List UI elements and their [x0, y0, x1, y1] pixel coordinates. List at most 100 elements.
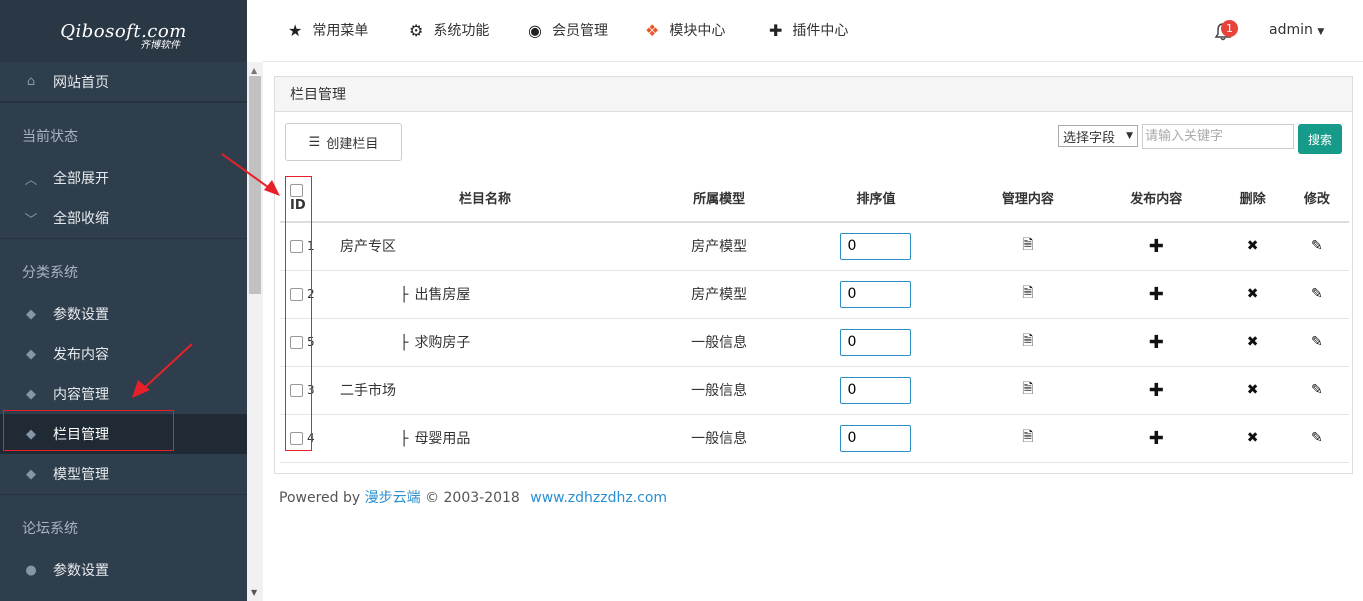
nav-plugins[interactable]: ✚ 插件中心	[769, 20, 848, 40]
cell-manage: 🗎	[963, 270, 1093, 319]
document-icon[interactable]: 🗎	[1022, 333, 1033, 349]
top-navbar: ★ 常用菜单 ⚙ 系统功能 ◉ 会员管理 ❖ 模块中心 ✚ 插件中心 1 adm…	[263, 0, 1363, 62]
row-checkbox[interactable]	[290, 239, 303, 253]
close-icon[interactable]: ✖	[1247, 334, 1259, 350]
pencil-icon[interactable]: ✎	[1311, 238, 1323, 254]
sidebar-item-forum-params[interactable]: ● 参数设置	[0, 550, 247, 590]
close-icon[interactable]: ✖	[1247, 382, 1259, 398]
row-checkbox[interactable]	[290, 431, 303, 445]
gear-icon: ⚙	[409, 20, 424, 40]
cell-edit: ✎	[1284, 270, 1349, 319]
row-checkbox[interactable]	[290, 383, 303, 397]
table-row: 2├出售房屋房产模型 🗎 ✚ ✖ ✎	[280, 270, 1349, 319]
pencil-icon[interactable]: ✎	[1311, 382, 1323, 398]
sidebar-item-column-manage[interactable]: ◆ 栏目管理	[0, 414, 247, 454]
notification-badge: 1	[1221, 20, 1238, 37]
plus-icon[interactable]: ✚	[1149, 332, 1164, 353]
cell-delete: ✖	[1220, 414, 1285, 463]
row-checkbox[interactable]	[290, 335, 303, 349]
nav-system[interactable]: ⚙ 系统功能	[409, 20, 489, 40]
plus-icon[interactable]: ✚	[1149, 284, 1164, 305]
cell-id: 1	[280, 222, 320, 271]
sort-input[interactable]	[840, 232, 912, 260]
sort-input[interactable]	[840, 328, 912, 356]
sort-input[interactable]	[840, 424, 912, 452]
nav-common-menu[interactable]: ★ 常用菜单	[288, 20, 368, 40]
sidebar-section-status: 当前状态	[0, 102, 247, 158]
table-row: 4├母婴用品一般信息 🗎 ✚ ✖ ✎	[280, 414, 1349, 463]
col-publish: 发布内容	[1092, 174, 1221, 223]
close-icon[interactable]: ✖	[1247, 286, 1259, 302]
puzzle-icon: ✚	[769, 20, 783, 40]
scrollbar-thumb[interactable]	[249, 76, 261, 294]
scroll-up-arrow-icon[interactable]: ▲	[251, 66, 257, 75]
scrollbar[interactable]: ▲ ▼	[247, 62, 263, 601]
sort-input[interactable]	[840, 376, 912, 404]
col-edit: 修改	[1284, 174, 1349, 223]
col-delete: 删除	[1220, 174, 1285, 223]
cell-name: ├ 求购房子	[320, 318, 650, 367]
plus-icon[interactable]: ✚	[1149, 428, 1164, 449]
cell-sort	[788, 222, 964, 271]
document-icon[interactable]: 🗎	[1022, 285, 1033, 301]
sidebar-item-expand-all[interactable]: ︿ 全部展开	[0, 158, 247, 198]
select-all-checkbox[interactable]	[290, 183, 303, 197]
sidebar-item-collapse-all[interactable]: ﹀ 全部收缩	[0, 198, 247, 238]
nav-label: 系统功能	[433, 23, 490, 39]
cell-id: 2	[280, 270, 320, 319]
logo[interactable]: Qibosoft.com 齐博软件	[0, 0, 247, 62]
plus-icon[interactable]: ✚	[1149, 380, 1164, 401]
sidebar-item-label: 参数设置	[53, 307, 109, 323]
document-icon[interactable]: 🗎	[1022, 381, 1033, 397]
sidebar-item-params[interactable]: ◆ 参数设置	[0, 294, 247, 334]
home-icon: ⌂	[26, 74, 36, 89]
create-column-button[interactable]: ☰ 创建栏目	[285, 123, 402, 161]
pencil-icon[interactable]: ✎	[1311, 334, 1323, 350]
document-icon[interactable]: 🗎	[1022, 237, 1033, 253]
footer: Powered by 漫步云端 © 2003-2018 www.zdhzzdhz…	[279, 490, 668, 506]
nav-members[interactable]: ◉ 会员管理	[528, 20, 608, 40]
footer-brand-link[interactable]: 漫步云端	[365, 490, 421, 506]
sidebar-item-label: 网站首页	[53, 74, 109, 91]
table-row: 1房产专区房产模型 🗎 ✚ ✖ ✎	[280, 222, 1349, 271]
table-header-row: ID 栏目名称 所属模型 排序值 管理内容 发布内容 删除 修改	[280, 174, 1349, 223]
nav-modules[interactable]: ❖ 模块中心	[645, 20, 725, 40]
cell-model: 房产模型	[650, 270, 789, 319]
footer-site-link[interactable]: www.zdhzzdhz.com	[530, 490, 667, 506]
tags-icon: ◆	[26, 466, 36, 482]
row-checkbox[interactable]	[290, 287, 303, 301]
table-row: 5├求购房子一般信息 🗎 ✚ ✖ ✎	[280, 318, 1349, 367]
sidebar-item-publish[interactable]: ◆ 发布内容	[0, 334, 247, 374]
cell-id: 3	[280, 366, 320, 415]
user-menu[interactable]: admin ▼	[1269, 22, 1324, 38]
cell-publish: ✚	[1092, 270, 1221, 319]
pencil-icon[interactable]: ✎	[1311, 286, 1323, 302]
plus-icon[interactable]: ✚	[1149, 236, 1164, 257]
sort-input[interactable]	[840, 280, 912, 308]
scroll-down-arrow-icon[interactable]: ▼	[251, 588, 257, 597]
cell-name: 房产专区	[320, 222, 650, 271]
cell-publish: ✚	[1092, 318, 1221, 367]
sidebar-item-label: 内容管理	[53, 387, 109, 403]
cell-model: 一般信息	[650, 318, 789, 367]
cell-edit: ✎	[1284, 222, 1349, 271]
sidebar-item-home[interactable]: ⌂ 网站首页	[0, 62, 247, 102]
star-icon: ★	[288, 20, 303, 40]
close-icon[interactable]: ✖	[1247, 238, 1259, 254]
cubes-icon: ❖	[645, 20, 660, 40]
field-select[interactable]: 选择字段 ▼	[1058, 125, 1138, 147]
sidebar-item-model-manage[interactable]: ◆ 模型管理	[0, 454, 247, 494]
cell-delete: ✖	[1220, 270, 1285, 319]
close-icon[interactable]: ✖	[1247, 430, 1259, 446]
tags-icon: ◆	[26, 306, 36, 322]
keyword-input[interactable]	[1142, 124, 1294, 149]
sidebar-item-content-manage[interactable]: ◆ 内容管理	[0, 374, 247, 414]
cell-publish: ✚	[1092, 414, 1221, 463]
chevron-up-icon: ︿	[24, 172, 38, 188]
search-button[interactable]: 搜索	[1298, 124, 1342, 154]
col-manage: 管理内容	[963, 174, 1093, 223]
cell-manage: 🗎	[963, 318, 1093, 367]
col-id: ID	[280, 174, 320, 223]
document-icon[interactable]: 🗎	[1022, 429, 1033, 445]
pencil-icon[interactable]: ✎	[1311, 430, 1323, 446]
